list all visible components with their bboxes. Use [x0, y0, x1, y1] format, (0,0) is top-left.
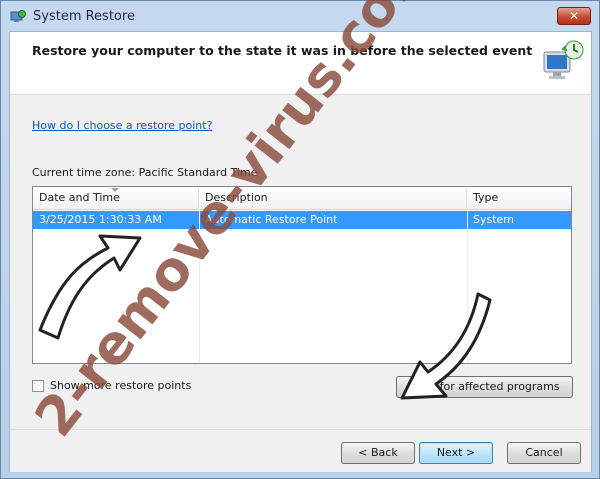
- system-restore-window: System Restore ✕ Restore your computer t…: [0, 0, 600, 479]
- show-more-label: Show more restore points: [50, 379, 192, 392]
- dialog-header: Restore your computer to the state it wa…: [10, 32, 591, 95]
- table-row[interactable]: 3/25/2015 1:30:33 AM Automatic Restore P…: [33, 211, 571, 229]
- title-bar[interactable]: System Restore ✕: [1, 1, 599, 33]
- dialog-client: Restore your computer to the state it wa…: [9, 31, 592, 472]
- cancel-button[interactable]: Cancel: [507, 442, 581, 464]
- column-header-date[interactable]: Date and Time: [33, 187, 199, 209]
- column-header-description[interactable]: Description: [199, 187, 467, 209]
- back-button[interactable]: < Back: [341, 442, 415, 464]
- table-header: Date and Time Description Type: [33, 187, 571, 210]
- window-title: System Restore: [33, 9, 135, 24]
- timezone-label: Current time zone: Pacific Standard Time: [32, 166, 258, 179]
- page-title: Restore your computer to the state it wa…: [32, 43, 533, 58]
- system-restore-icon: [10, 10, 26, 22]
- dialog-footer: < Back Next > Cancel: [10, 429, 591, 472]
- restore-points-table[interactable]: Date and Time Description Type 3/25/2015…: [32, 186, 572, 364]
- column-divider: [467, 209, 468, 363]
- help-link[interactable]: How do I choose a restore point?: [32, 119, 212, 132]
- cell-description: Automatic Restore Point: [205, 213, 338, 226]
- next-button[interactable]: Next >: [419, 442, 493, 464]
- restore-monitor-icon: [543, 40, 584, 79]
- scan-affected-programs-button[interactable]: Scan for affected programs: [396, 376, 573, 398]
- close-button[interactable]: ✕: [557, 7, 591, 25]
- column-header-type[interactable]: Type: [467, 187, 571, 209]
- sort-ascending-icon: [111, 188, 119, 192]
- column-divider: [199, 209, 200, 363]
- close-icon: ✕: [568, 9, 580, 23]
- dialog-body: How do I choose a restore point? Current…: [10, 95, 591, 429]
- cell-type: System: [473, 213, 515, 226]
- show-more-checkbox[interactable]: [32, 380, 44, 392]
- cell-date: 3/25/2015 1:30:33 AM: [39, 213, 162, 226]
